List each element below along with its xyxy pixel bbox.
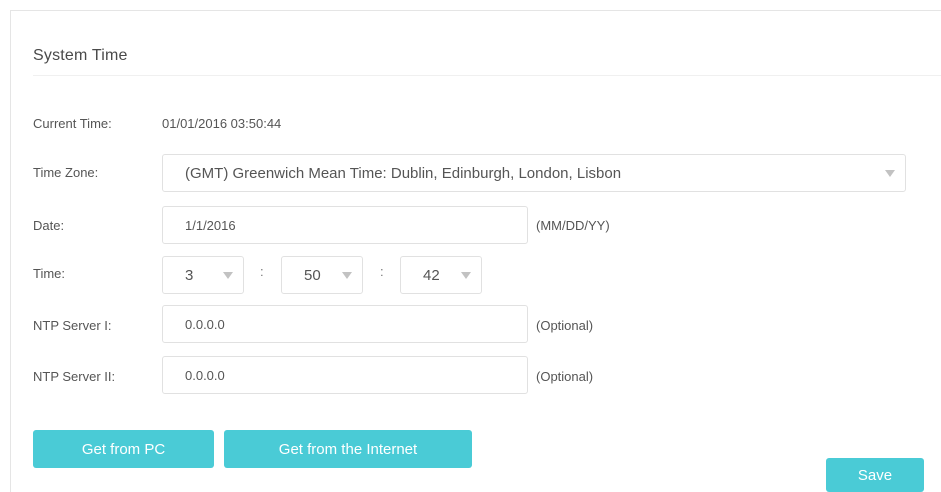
time-zone-selected-value: (GMT) Greenwich Mean Time: Dublin, Edinb…: [185, 165, 622, 182]
time-zone-select[interactable]: (GMT) Greenwich Mean Time: Dublin, Edinb…: [162, 154, 906, 192]
ntp-server-2-label: NTP Server II:: [33, 369, 116, 384]
date-field[interactable]: [162, 206, 528, 244]
panel-top-border: [10, 10, 941, 11]
panel-left-border: [10, 10, 11, 492]
ntp-server-1-label: NTP Server I:: [33, 318, 112, 333]
chevron-down-icon: [461, 272, 471, 279]
current-time-label: Current Time:: [33, 116, 112, 131]
minute-select[interactable]: 50: [281, 256, 363, 294]
section-title: System Time: [33, 47, 128, 64]
minute-value: 50: [304, 267, 321, 284]
ntp-server-2-hint: (Optional): [536, 369, 594, 384]
hour-select[interactable]: 3: [162, 256, 244, 294]
current-time-value: 01/01/2016 03:50:44: [162, 116, 282, 131]
second-select[interactable]: 42: [400, 256, 482, 294]
ntp-server-1-hint: (Optional): [536, 318, 594, 333]
ntp-server-2-field[interactable]: [162, 356, 528, 394]
chevron-down-icon: [342, 272, 352, 279]
time-separator: :: [380, 264, 384, 279]
chevron-down-icon: [885, 170, 895, 177]
ntp-server-1-field[interactable]: [162, 305, 528, 343]
time-zone-label: Time Zone:: [33, 165, 99, 180]
chevron-down-icon: [223, 272, 233, 279]
date-label: Date:: [33, 218, 65, 233]
get-from-internet-button[interactable]: Get from the Internet: [224, 430, 472, 468]
time-label: Time:: [33, 266, 66, 281]
get-from-pc-button[interactable]: Get from PC: [33, 430, 214, 468]
hour-value: 3: [185, 267, 194, 284]
date-format-hint: (MM/DD/YY): [536, 218, 610, 233]
save-button[interactable]: Save: [826, 458, 924, 492]
section-divider: [33, 75, 941, 76]
second-value: 42: [423, 267, 440, 284]
time-separator: :: [260, 264, 264, 279]
